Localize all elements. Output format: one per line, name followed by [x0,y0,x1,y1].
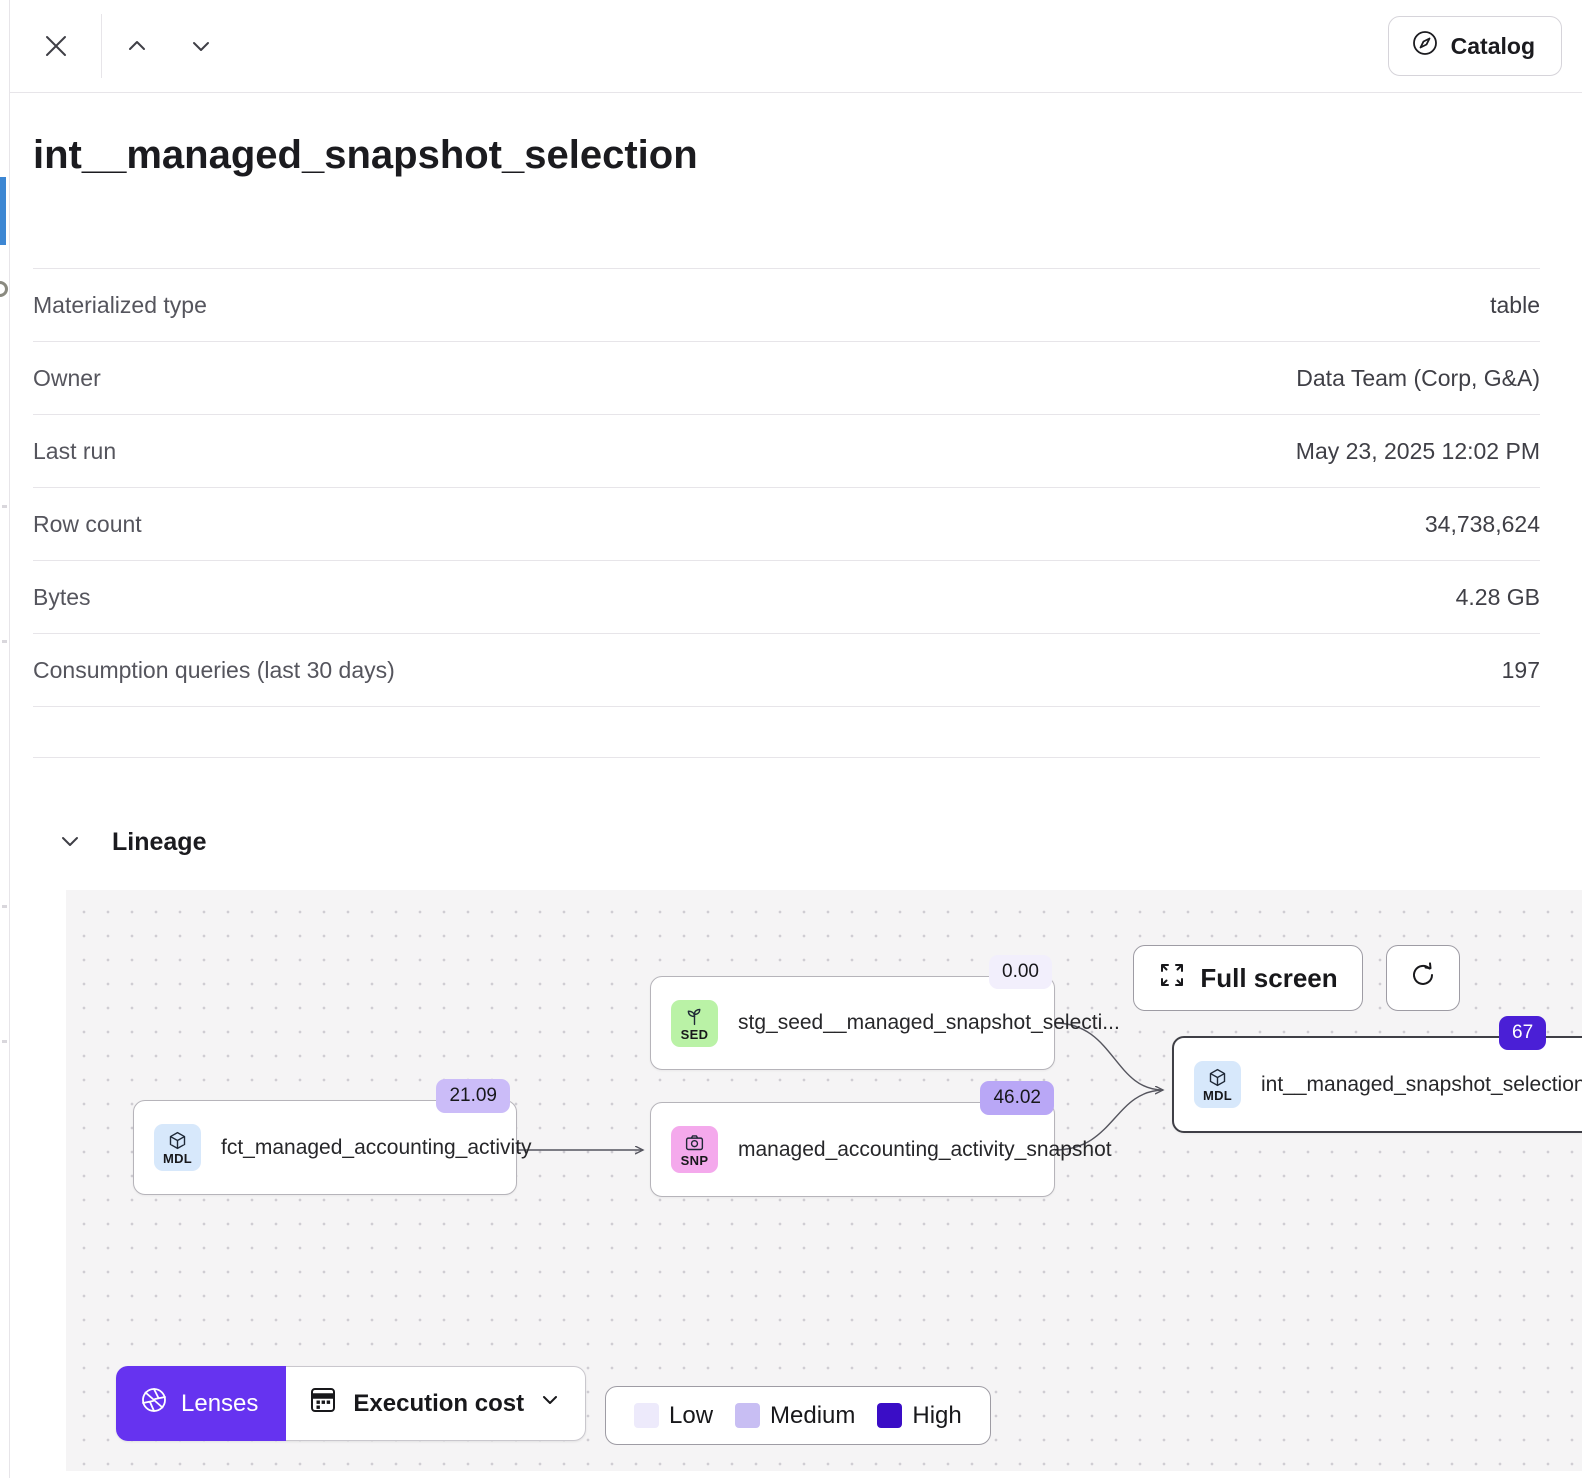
metadata-row: Last run May 23, 2025 12:02 PM [33,414,1540,487]
node-label: fct_managed_accounting_activity [221,1136,532,1160]
next-item-button[interactable] [180,25,222,67]
lineage-collapse-button[interactable] [52,823,88,862]
lineage-node[interactable]: 0.00 SED stg_seed__managed_snapshot_sele… [650,976,1055,1070]
metadata-row: Bytes 4.28 GB [33,560,1540,633]
model-type-chip: MDL [154,1124,201,1171]
avatar [0,281,8,297]
chevron-down-icon [188,33,214,59]
compass-icon [1411,29,1439,63]
seed-type-code: SED [681,1028,709,1041]
metadata-value: 34,738,624 [1425,511,1540,538]
legend-item-medium: Medium [735,1402,855,1430]
node-label: managed_accounting_activity_snapshot [738,1138,1112,1162]
metadata-list: Materialized type table Owner Data Team … [33,268,1540,758]
camera-icon [684,1132,705,1153]
detail-panel: Catalog int__managed_snapshot_selection … [10,0,1582,1478]
lenses-button-label: Lenses [181,1390,258,1418]
background-text-fragment [2,505,7,508]
lenses-control: Lenses Execution cost [116,1366,586,1441]
legend-label: High [912,1402,961,1430]
legend-swatch-low [634,1403,659,1428]
lens-select-value: Execution cost [353,1390,524,1418]
close-icon [41,31,71,61]
lenses-button[interactable]: Lenses [116,1366,286,1441]
fullscreen-button[interactable]: Full screen [1133,945,1363,1011]
metadata-row: Consumption queries (last 30 days) 197 [33,633,1540,706]
background-text-fragment [2,905,7,908]
metadata-row: Row count 34,738,624 [33,487,1540,560]
background-page-sliver [0,0,10,1478]
seed-type-chip: SED [671,1000,718,1047]
metadata-label: Consumption queries (last 30 days) [33,657,395,684]
cost-badge: 46.02 [980,1081,1054,1115]
legend-label: Low [669,1402,713,1430]
lineage-section-header: Lineage [10,758,1582,890]
cost-grid-icon [308,1385,338,1422]
cube-icon [167,1130,188,1151]
model-type-code: MDL [163,1152,192,1165]
topbar-divider [101,14,102,78]
cost-badge: 0.00 [989,955,1052,989]
topbar: Catalog [10,0,1582,93]
nav-selection-indicator [0,177,6,245]
previous-item-button[interactable] [116,25,158,67]
legend-swatch-high [877,1403,902,1428]
legend-item-low: Low [634,1402,713,1430]
aperture-icon [140,1386,168,1421]
chevron-up-icon [124,33,150,59]
metadata-label: Materialized type [33,292,207,319]
sprout-icon [684,1006,705,1027]
chevron-down-icon [56,843,84,858]
close-button[interactable] [33,23,79,69]
refresh-button[interactable] [1386,945,1460,1011]
metadata-value: Data Team (Corp, G&A) [1296,365,1540,392]
legend-swatch-medium [735,1403,760,1428]
metadata-label: Bytes [33,584,91,611]
metadata-value: May 23, 2025 12:02 PM [1296,438,1540,465]
refresh-icon [1408,960,1438,997]
background-text-fragment [2,640,7,643]
legend-item-high: High [877,1402,961,1430]
lineage-node[interactable]: 46.02 SNP managed_accounting_activity_sn… [650,1102,1055,1197]
lineage-canvas[interactable]: 21.09 MDL fct_managed_accounting_activit… [66,890,1582,1471]
background-text-fragment [2,1040,7,1043]
snapshot-type-chip: SNP [671,1126,718,1173]
metadata-list-end [33,706,1540,758]
expand-icon [1158,961,1186,996]
node-label: int__managed_snapshot_selection [1261,1073,1582,1097]
lineage-section-title: Lineage [112,828,206,857]
model-type-code: MDL [1203,1089,1232,1102]
screen: Catalog int__managed_snapshot_selection … [0,0,1582,1478]
snapshot-type-code: SNP [681,1154,709,1167]
legend-label: Medium [770,1402,855,1430]
lineage-node-selected[interactable]: 67 MDL int__managed_snapshot_selection [1172,1036,1582,1133]
node-label: stg_seed__managed_snapshot_selecti... [738,1011,1120,1035]
lineage-node[interactable]: 21.09 MDL fct_managed_accounting_activit… [133,1100,517,1195]
metadata-row: Materialized type table [33,268,1540,341]
metadata-label: Owner [33,365,101,392]
metadata-label: Last run [33,438,116,465]
model-type-chip: MDL [1194,1061,1241,1108]
metadata-row: Owner Data Team (Corp, G&A) [33,341,1540,414]
cost-badge: 21.09 [436,1079,510,1113]
lens-select[interactable]: Execution cost [286,1366,586,1441]
panel-content: int__managed_snapshot_selection Material… [10,93,1582,758]
chevron-down-icon [539,1389,561,1418]
cost-badge: 67 [1499,1016,1546,1050]
metadata-value: 197 [1502,657,1540,684]
metadata-value: table [1490,292,1540,319]
page-title: int__managed_snapshot_selection [33,133,1540,178]
fullscreen-button-label: Full screen [1200,963,1337,994]
catalog-button[interactable]: Catalog [1388,16,1562,76]
catalog-button-label: Catalog [1451,33,1535,60]
metadata-value: 4.28 GB [1456,584,1540,611]
cube-icon [1207,1067,1228,1088]
metadata-label: Row count [33,511,142,538]
cost-legend: Low Medium High [605,1386,991,1445]
